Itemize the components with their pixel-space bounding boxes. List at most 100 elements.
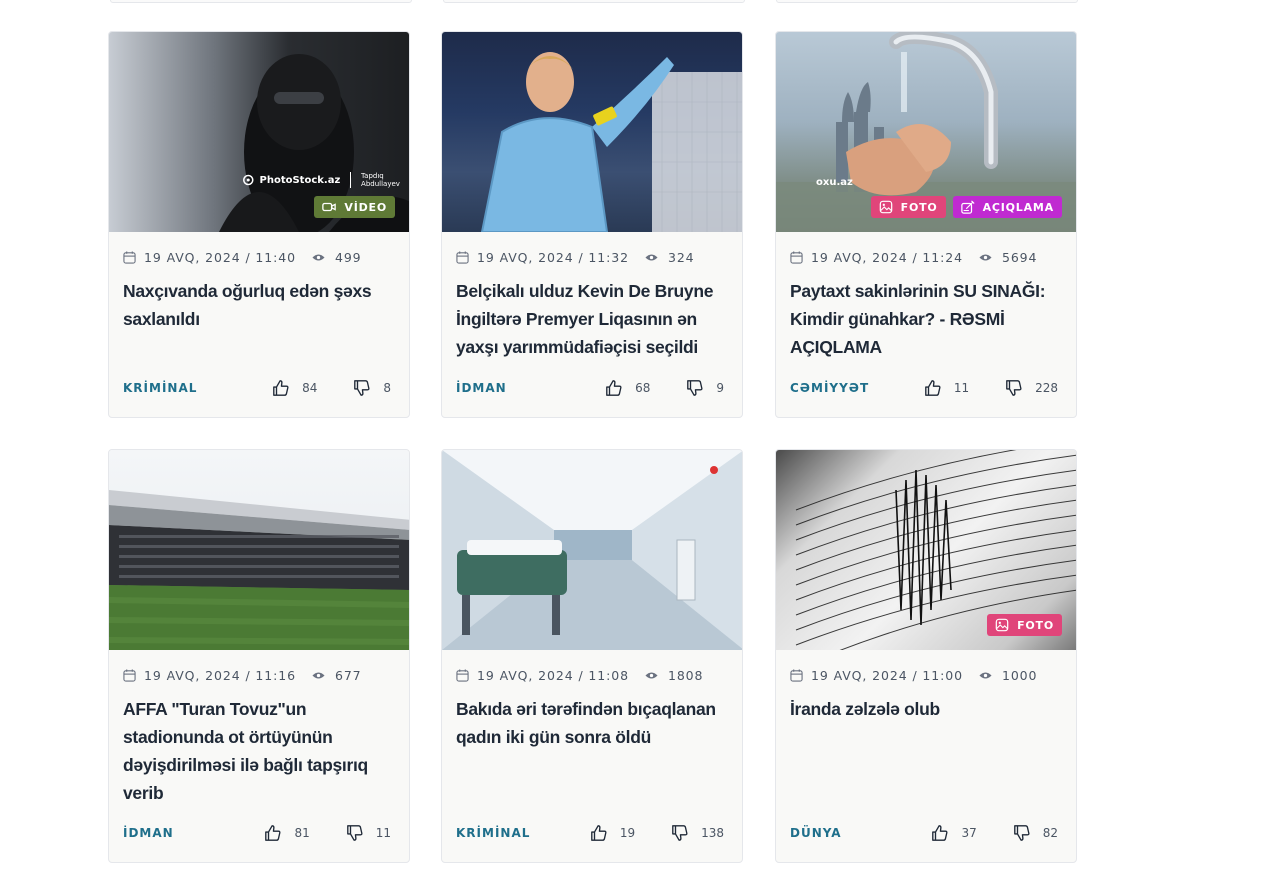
edit-icon bbox=[960, 200, 975, 214]
news-title[interactable]: AFFA "Turan Tovuz"un stadionunda ot örtü… bbox=[123, 695, 397, 807]
dislike-button[interactable]: 9 bbox=[686, 379, 724, 397]
category-link[interactable]: KRİMİNAL bbox=[456, 826, 530, 840]
dislike-count: 9 bbox=[716, 381, 724, 395]
like-button[interactable]: 81 bbox=[264, 824, 310, 842]
category-link[interactable]: KRİMİNAL bbox=[123, 381, 197, 395]
thumbs-up-icon bbox=[932, 825, 948, 841]
badge-group: FOTO AÇIQLAMA bbox=[870, 196, 1062, 218]
card-footer: DÜNYA 37 82 bbox=[790, 824, 1058, 842]
publish-date: 19 AVQ, 2024 / 11:24 bbox=[811, 250, 963, 265]
news-card[interactable]: 19 AVQ, 2024 / 11:08 1808 Bakıda əri tər… bbox=[441, 449, 743, 863]
thumbs-down-icon bbox=[346, 825, 363, 841]
calendar-icon bbox=[456, 669, 469, 682]
photostock-logo-icon bbox=[243, 174, 254, 186]
news-card[interactable]: 19 AVQ, 2024 / 11:16 677 AFFA "Turan Tov… bbox=[108, 449, 410, 863]
like-button[interactable]: 19 bbox=[590, 824, 635, 842]
card-meta: 19 AVQ, 2024 / 11:32 324 bbox=[456, 250, 695, 265]
card-meta: 19 AVQ, 2024 / 11:08 1808 bbox=[456, 668, 703, 683]
vote-group: 81 11 bbox=[264, 824, 391, 842]
news-title[interactable]: Belçikalı ulduz Kevin De Bruyne İngiltər… bbox=[456, 277, 730, 361]
vote-group: 11 228 bbox=[924, 379, 1058, 397]
dislike-count: 138 bbox=[701, 826, 724, 840]
publish-date: 19 AVQ, 2024 / 11:16 bbox=[144, 668, 296, 683]
photo-watermark: oxu.az bbox=[816, 177, 853, 188]
image-icon bbox=[879, 200, 892, 214]
watermark-credit: Tapdıq Abdullayev bbox=[361, 172, 400, 188]
thumbs-up-icon bbox=[590, 825, 607, 841]
dislike-button[interactable]: 8 bbox=[353, 379, 391, 397]
dislike-button[interactable]: 11 bbox=[346, 824, 391, 842]
previous-row-card-edge bbox=[110, 0, 412, 3]
like-button[interactable]: 84 bbox=[272, 379, 317, 397]
watermark-brand: oxu.az bbox=[816, 177, 853, 188]
badge-label: FOTO bbox=[900, 200, 938, 214]
dislike-button[interactable]: 82 bbox=[1013, 824, 1058, 842]
card-meta: 19 AVQ, 2024 / 11:24 5694 bbox=[790, 250, 1037, 265]
like-count: 11 bbox=[953, 381, 970, 395]
foto-badge: FOTO bbox=[870, 196, 946, 218]
like-count: 81 bbox=[294, 826, 310, 840]
dislike-button[interactable]: 228 bbox=[1005, 379, 1058, 397]
like-button[interactable]: 68 bbox=[605, 379, 650, 397]
dislike-count: 11 bbox=[375, 826, 391, 840]
badge-label: VİDEO bbox=[344, 200, 387, 214]
category-link[interactable]: CƏMİYYƏT bbox=[790, 381, 869, 395]
category-link[interactable]: İDMAN bbox=[123, 826, 174, 840]
thumbs-up-icon bbox=[265, 825, 281, 841]
news-title[interactable]: İranda zəlzələ olub bbox=[790, 695, 1064, 723]
card-meta: 19 AVQ, 2024 / 11:16 677 bbox=[123, 668, 362, 683]
dislike-count: 8 bbox=[383, 381, 391, 395]
dislike-count: 228 bbox=[1035, 381, 1058, 395]
badge-group: VİDEO bbox=[314, 196, 395, 218]
previous-row-card-edge bbox=[443, 0, 745, 3]
thumbs-up-icon bbox=[924, 380, 941, 396]
like-count: 68 bbox=[635, 381, 651, 395]
news-image[interactable] bbox=[442, 32, 742, 232]
card-meta: 19 AVQ, 2024 / 11:40 499 bbox=[123, 250, 362, 265]
news-card[interactable]: oxu.az FOTO AÇIQLAMA 19 AVQ, 2024 / 11:2… bbox=[775, 31, 1077, 418]
publish-date: 19 AVQ, 2024 / 11:08 bbox=[477, 668, 629, 683]
news-image[interactable] bbox=[442, 450, 742, 650]
vote-group: 37 82 bbox=[931, 824, 1058, 842]
vote-group: 19 138 bbox=[590, 824, 724, 842]
news-image[interactable]: oxu.az FOTO AÇIQLAMA bbox=[776, 32, 1076, 232]
like-count: 19 bbox=[619, 826, 636, 840]
thumbs-up-icon bbox=[273, 380, 289, 396]
publish-date: 19 AVQ, 2024 / 11:40 bbox=[144, 250, 296, 265]
news-title[interactable]: Paytaxt sakinlərinin SU SINAĞI: Kimdir g… bbox=[790, 277, 1064, 361]
eye-icon bbox=[979, 254, 992, 261]
calendar-icon bbox=[123, 669, 136, 682]
badge-label: AÇIQLAMA bbox=[982, 200, 1054, 214]
badge-group: FOTO bbox=[987, 614, 1062, 636]
news-card[interactable]: PhotoStock.az Tapdıq Abdullayev VİDEO 19… bbox=[108, 31, 410, 418]
calendar-icon bbox=[790, 251, 803, 264]
watermark-brand: PhotoStock.az bbox=[259, 174, 341, 186]
news-image[interactable]: PhotoStock.az Tapdıq Abdullayev VİDEO bbox=[109, 32, 409, 232]
like-button[interactable]: 37 bbox=[931, 824, 977, 842]
publish-date: 19 AVQ, 2024 / 11:32 bbox=[477, 250, 629, 265]
thumbs-down-icon bbox=[354, 380, 370, 396]
previous-row-card-edge bbox=[776, 0, 1078, 3]
thumbs-down-icon bbox=[687, 380, 703, 396]
category-link[interactable]: İDMAN bbox=[456, 381, 507, 395]
video-badge: VİDEO bbox=[314, 196, 395, 218]
news-image[interactable] bbox=[109, 450, 409, 650]
news-title[interactable]: Naxçıvanda oğurluq edən şəxs saxlanıldı bbox=[123, 277, 397, 333]
card-footer: İDMAN 68 9 bbox=[456, 379, 724, 397]
dislike-button[interactable]: 138 bbox=[671, 824, 724, 842]
card-footer: KRİMİNAL 84 8 bbox=[123, 379, 391, 397]
news-card[interactable]: FOTO 19 AVQ, 2024 / 11:00 1000 İranda zə… bbox=[775, 449, 1077, 863]
badge-label: FOTO bbox=[1017, 618, 1054, 632]
vote-group: 68 9 bbox=[605, 379, 724, 397]
card-footer: CƏMİYYƏT 11 228 bbox=[790, 379, 1058, 397]
news-title[interactable]: Bakıda əri tərəfindən bıçaqlanan qadın i… bbox=[456, 695, 730, 751]
view-count: 499 bbox=[334, 250, 362, 265]
eye-icon bbox=[645, 672, 658, 679]
eye-icon bbox=[312, 254, 325, 261]
calendar-icon bbox=[123, 251, 136, 264]
news-card[interactable]: 19 AVQ, 2024 / 11:32 324 Belçikalı ulduz… bbox=[441, 31, 743, 418]
news-image[interactable]: FOTO bbox=[776, 450, 1076, 650]
like-button[interactable]: 11 bbox=[924, 379, 969, 397]
image-icon bbox=[995, 618, 1009, 632]
category-link[interactable]: DÜNYA bbox=[790, 826, 842, 840]
